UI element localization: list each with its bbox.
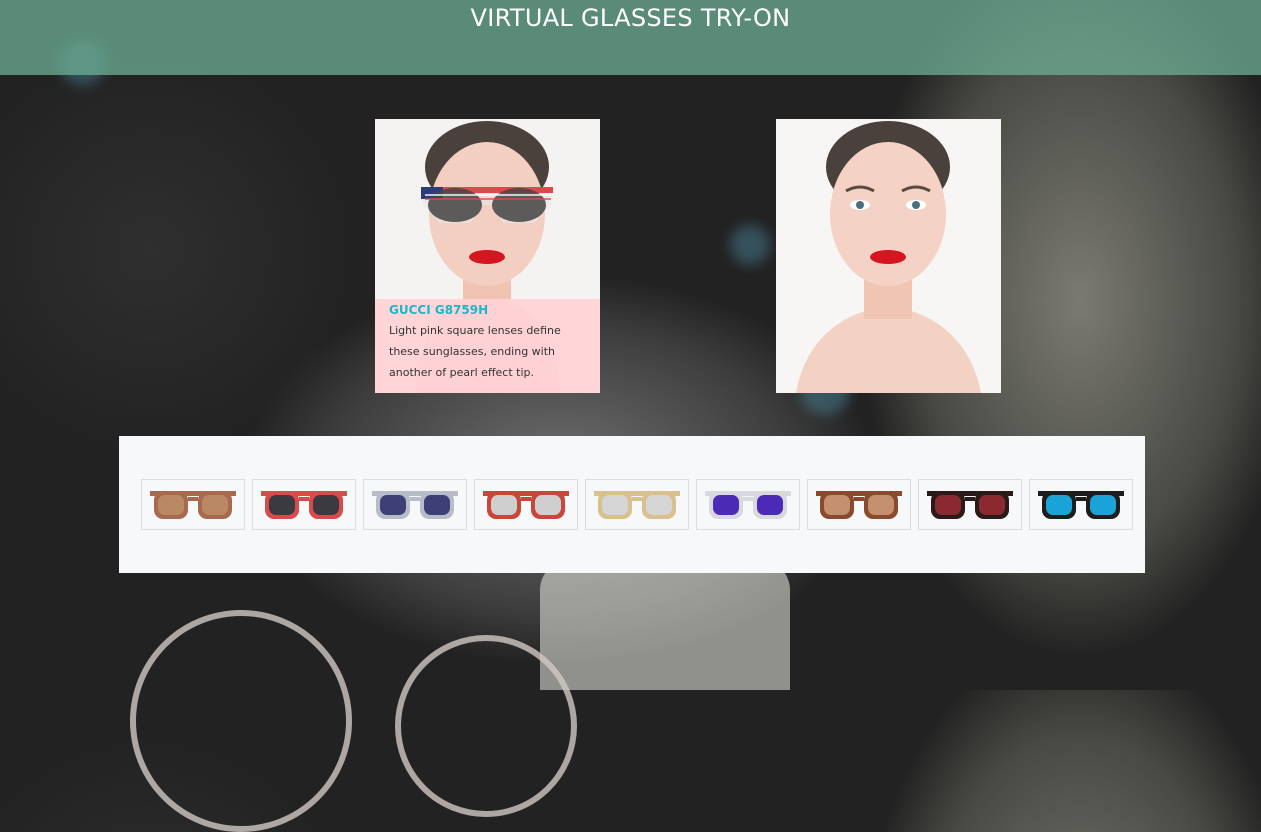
sunglasses-icon <box>927 490 1013 519</box>
page-title: VIRTUAL GLASSES TRY-ON <box>470 4 791 32</box>
model-image <box>776 119 1001 393</box>
red-square-sunglasses-thumbnail[interactable] <box>474 479 578 530</box>
glasses-thumbnail-list <box>141 479 1133 530</box>
glasses-catalog <box>119 436 1145 573</box>
sunglasses-icon <box>594 490 680 519</box>
black-red-mirror-sunglasses-thumbnail[interactable] <box>918 479 1022 530</box>
purple-round-sunglasses-thumbnail[interactable] <box>696 479 800 530</box>
product-caption: GUCCI G8759H Light pink square lenses de… <box>375 299 600 393</box>
tortoise-square-sunglasses-thumbnail[interactable] <box>807 479 911 530</box>
sunglasses-icon <box>705 490 791 519</box>
product-description: Light pink square lenses define these su… <box>389 324 561 379</box>
background-lens <box>395 635 577 817</box>
sunglasses-icon <box>1038 490 1124 519</box>
sunglasses-icon <box>150 490 236 519</box>
original-photo <box>776 119 1001 393</box>
background-lens <box>130 610 352 832</box>
sunglasses-icon <box>816 490 902 519</box>
brown-square-sunglasses-thumbnail[interactable] <box>141 479 245 530</box>
background-bokeh <box>730 225 770 265</box>
sunglasses-icon <box>483 490 569 519</box>
product-name: GUCCI G8759H <box>389 303 489 317</box>
american-flag-sunglasses-thumbnail[interactable] <box>252 479 356 530</box>
sunglasses-icon <box>261 490 347 519</box>
try-on-preview: GUCCI G8759H Light pink square lenses de… <box>375 119 600 393</box>
background-bag <box>540 560 790 690</box>
gold-cateye-sunglasses-thumbnail[interactable] <box>585 479 689 530</box>
navy-aviator-sunglasses-thumbnail[interactable] <box>363 479 467 530</box>
sunglasses-icon <box>372 490 458 519</box>
black-blue-mirror-sunglasses-thumbnail[interactable] <box>1029 479 1133 530</box>
header-bar: VIRTUAL GLASSES TRY-ON <box>0 0 1261 75</box>
